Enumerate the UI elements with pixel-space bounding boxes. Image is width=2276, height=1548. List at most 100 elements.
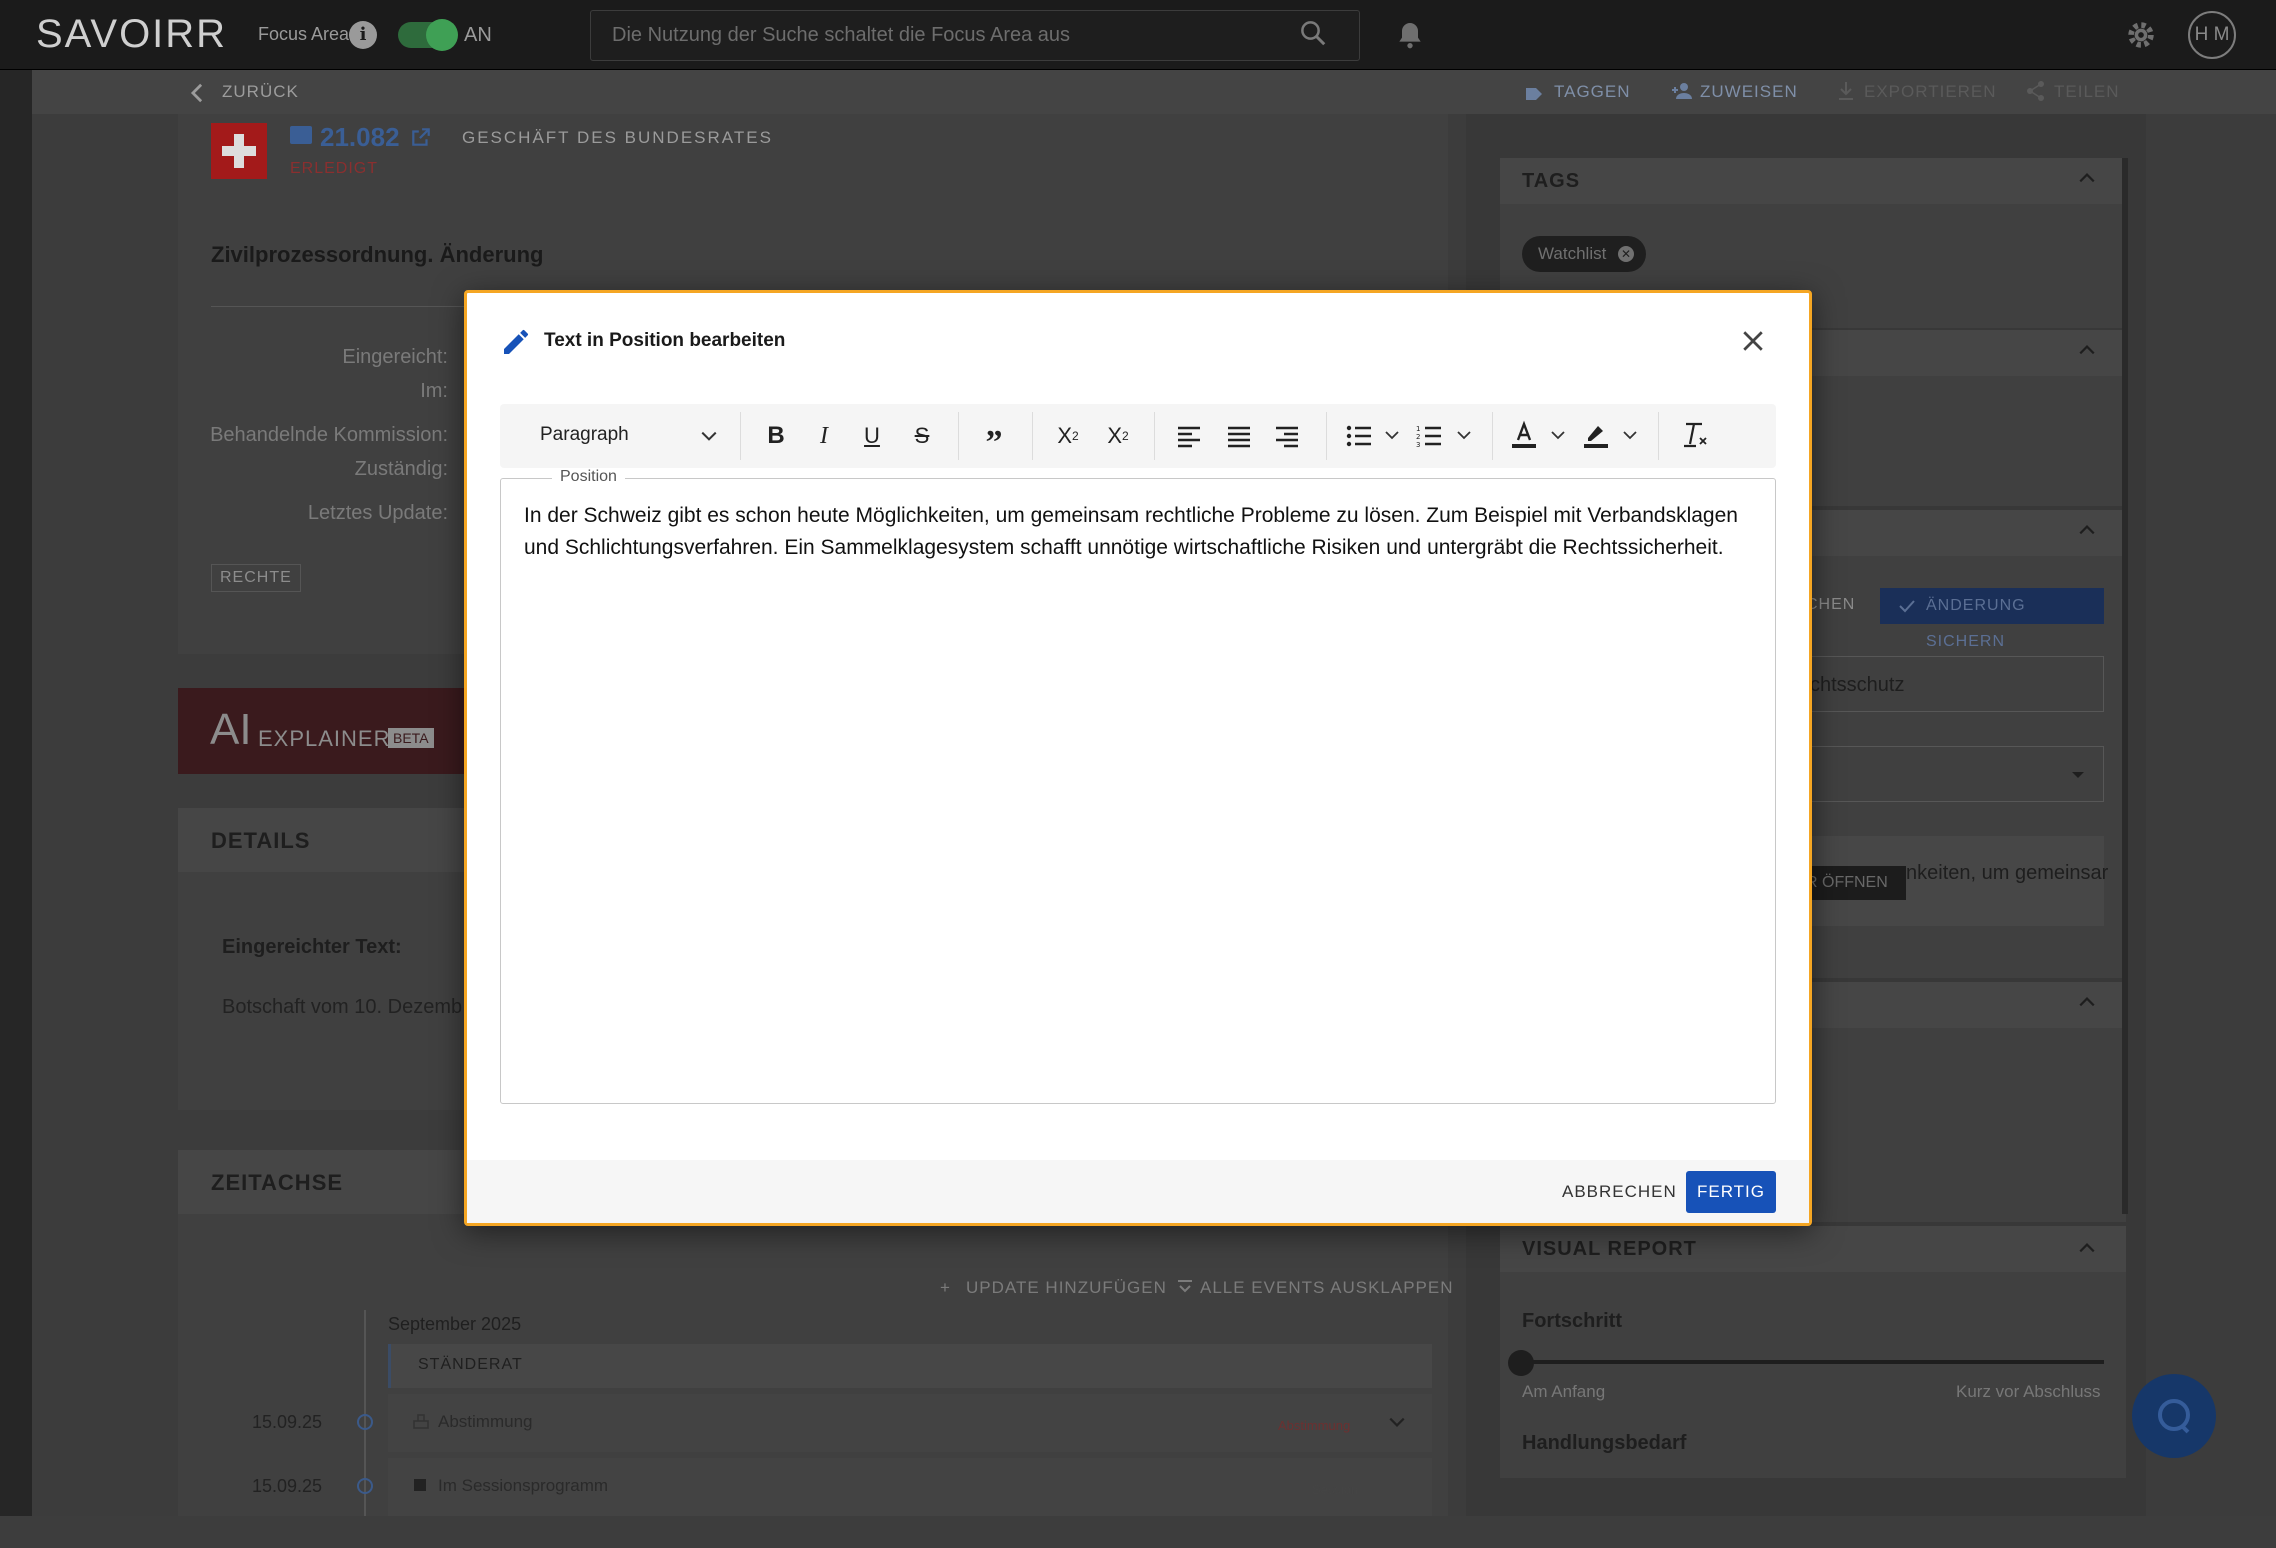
toolbar-divider bbox=[1326, 412, 1327, 460]
paragraph-select[interactable]: Paragraph bbox=[540, 424, 720, 450]
editor-content[interactable]: In der Schweiz gibt es schon heute Mögli… bbox=[524, 500, 1754, 564]
timeline-node-icon[interactable] bbox=[357, 1478, 373, 1494]
folder-icon bbox=[290, 126, 312, 144]
assign-button[interactable]: ZUWEISEN bbox=[1700, 82, 1798, 102]
toggle-state-label: AN bbox=[464, 24, 492, 46]
chevron-up-icon[interactable] bbox=[2078, 1242, 2096, 1254]
progress-slider-handle[interactable] bbox=[1508, 1350, 1534, 1376]
search-icon[interactable] bbox=[1298, 18, 1328, 48]
gear-icon[interactable] bbox=[2124, 18, 2158, 52]
check-icon bbox=[1899, 600, 1915, 613]
chevron-left-icon[interactable] bbox=[190, 82, 204, 104]
share-icon bbox=[2027, 81, 2044, 101]
underline-button[interactable]: U bbox=[852, 416, 892, 456]
superscript-button[interactable]: X2 bbox=[1048, 416, 1088, 456]
meta-label: Zuständig: bbox=[354, 458, 448, 480]
need-label: Handlungsbedarf bbox=[1522, 1432, 1687, 1454]
font-color-icon[interactable] bbox=[1510, 420, 1538, 450]
tags-header[interactable] bbox=[1500, 158, 2126, 204]
timeline-group bbox=[388, 1344, 1432, 1388]
cancel-change-button[interactable]: CHEN bbox=[1806, 596, 1855, 614]
cancel-button[interactable]: ABBRECHEN bbox=[1552, 1172, 1687, 1212]
left-strip bbox=[0, 70, 32, 1516]
timeline-heading: ZEITACHSE bbox=[211, 1170, 344, 1195]
chevron-down-icon[interactable] bbox=[1388, 1416, 1406, 1428]
share-button[interactable]: TEILEN bbox=[2054, 82, 2120, 102]
blockquote-button[interactable]: ” bbox=[974, 416, 1014, 461]
timeline-row[interactable] bbox=[388, 1394, 1432, 1452]
position-text-editor[interactable] bbox=[500, 478, 1776, 1104]
business-type: GESCHÄFT DES BUNDESRATES bbox=[462, 128, 773, 147]
timeline-node-icon[interactable] bbox=[357, 1414, 373, 1430]
caret-down-icon[interactable] bbox=[2070, 770, 2086, 780]
bold-button[interactable]: B bbox=[756, 416, 796, 456]
align-right-icon[interactable] bbox=[1274, 424, 1300, 448]
beta-badge: BETA bbox=[388, 728, 434, 748]
numbered-list-icon[interactable]: 123 bbox=[1416, 424, 1442, 448]
toolbar-divider bbox=[1658, 412, 1659, 460]
align-justify-icon[interactable] bbox=[1226, 424, 1252, 448]
expand-all-button[interactable]: ALLE EVENTS AUSKLAPPEN bbox=[1200, 1278, 1454, 1298]
external-link-icon[interactable] bbox=[410, 126, 432, 148]
meta-label: Eingereicht: bbox=[342, 346, 448, 368]
tag-icon bbox=[1526, 88, 1542, 100]
progress-label: Fortschritt bbox=[1522, 1310, 1622, 1332]
tag-button[interactable]: TAGGEN bbox=[1554, 82, 1631, 102]
vote-icon bbox=[413, 1414, 429, 1429]
back-link[interactable]: ZURÜCK bbox=[222, 82, 299, 102]
strikethrough-button[interactable]: S bbox=[902, 416, 942, 456]
position-preview-text: nkeiten, um gemeinsar bbox=[1906, 862, 2109, 884]
bulleted-list-icon[interactable] bbox=[1346, 424, 1372, 448]
select-field[interactable] bbox=[1804, 746, 2104, 802]
open-editor-button[interactable]: R ÖFFNEN bbox=[1800, 866, 1906, 900]
user-avatar[interactable]: H M bbox=[2188, 11, 2236, 59]
app-logo[interactable]: SAVOIRR bbox=[36, 12, 227, 57]
business-title: Zivilprozessordnung. Änderung bbox=[211, 242, 544, 267]
chevron-down-icon[interactable] bbox=[1456, 430, 1472, 440]
business-number[interactable]: 21.082 bbox=[320, 122, 400, 153]
chevron-up-icon[interactable] bbox=[2078, 996, 2096, 1008]
visual-report-heading: VISUAL REPORT bbox=[1522, 1238, 1697, 1260]
scrollbar[interactable] bbox=[2122, 158, 2128, 1214]
session-icon bbox=[414, 1479, 426, 1491]
toolbar-divider bbox=[1492, 412, 1493, 460]
toolbar-divider bbox=[1154, 412, 1155, 460]
add-update-button[interactable]: UPDATE HINZUFÜGEN bbox=[966, 1278, 1167, 1298]
submitted-text-value: Botschaft vom 10. Dezemb bbox=[222, 996, 463, 1018]
chevron-up-icon[interactable] bbox=[2078, 344, 2096, 356]
timeline-month: September 2025 bbox=[388, 1314, 522, 1334]
subscript-button[interactable]: X2 bbox=[1098, 416, 1138, 456]
assign-user-icon bbox=[1672, 83, 1692, 99]
info-icon[interactable]: i bbox=[349, 21, 377, 49]
highlight-icon[interactable] bbox=[1582, 420, 1610, 450]
chevron-down-icon[interactable] bbox=[1622, 430, 1638, 440]
chevron-down-icon[interactable] bbox=[700, 430, 718, 442]
chevron-up-icon[interactable] bbox=[2078, 524, 2096, 536]
swiss-flag-icon bbox=[211, 123, 267, 179]
toggle-knob[interactable] bbox=[426, 19, 458, 51]
italic-button[interactable]: I bbox=[804, 416, 844, 456]
export-button[interactable]: EXPORTIEREN bbox=[1864, 82, 1997, 102]
svg-text:1: 1 bbox=[1416, 425, 1420, 433]
progress-max-label: Kurz vor Abschluss bbox=[1956, 1382, 2101, 1401]
chevron-down-icon[interactable] bbox=[1384, 430, 1400, 440]
clear-formatting-icon[interactable] bbox=[1680, 420, 1710, 450]
bell-icon[interactable] bbox=[1394, 18, 1426, 52]
close-icon[interactable] bbox=[1738, 326, 1768, 356]
done-button[interactable]: FERTIG bbox=[1686, 1171, 1776, 1213]
ai-explainer-label: EXPLAINER bbox=[258, 726, 391, 751]
close-icon[interactable]: ✕ bbox=[1618, 246, 1634, 262]
chevron-up-icon[interactable] bbox=[2078, 172, 2096, 184]
progress-min-label: Am Anfang bbox=[1522, 1382, 1606, 1401]
dialog-title: Text in Position bearbeiten bbox=[544, 330, 786, 351]
search-placeholder: Die Nutzung der Suche schaltet die Focus… bbox=[612, 24, 1071, 46]
align-left-icon[interactable] bbox=[1176, 424, 1202, 448]
progress-slider-track[interactable] bbox=[1522, 1360, 2104, 1364]
rights-chip[interactable]: RECHTE bbox=[211, 564, 301, 592]
timeline-date: 15.09.25 bbox=[252, 1412, 323, 1432]
timeline-event-label: Im Sessionsprogramm bbox=[438, 1476, 609, 1495]
submitted-text-label: Eingereichter Text: bbox=[222, 936, 402, 958]
chevron-down-icon[interactable] bbox=[1550, 430, 1566, 440]
tags-heading: TAGS bbox=[1522, 170, 1581, 192]
toolbar-divider bbox=[958, 412, 959, 460]
